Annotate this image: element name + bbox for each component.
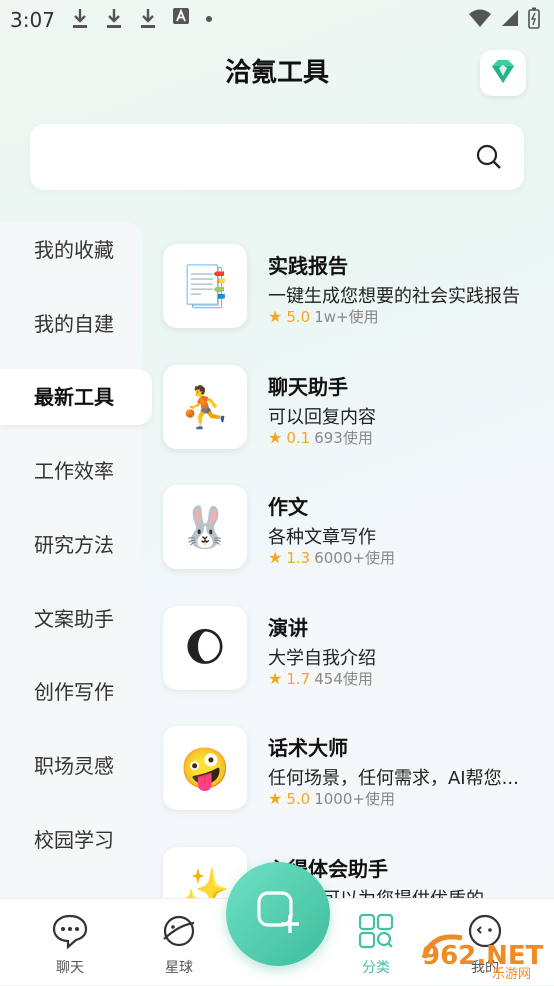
rabbit-icon: 🐰	[163, 485, 247, 569]
tool-card[interactable]: 🐰 作文 各种文章写作 ★ 1.3 6000+使用	[160, 471, 554, 571]
tool-rating: 5.0	[286, 789, 311, 808]
tool-name: 作文	[268, 495, 308, 519]
font-app-icon	[172, 7, 190, 29]
star-icon: ★	[268, 307, 283, 326]
sidebar-item-favorites[interactable]: 我的收藏	[0, 222, 152, 278]
status-bar: 3:07	[0, 0, 554, 38]
nav-chat[interactable]: 聊天	[30, 899, 110, 985]
sidebar-item-research-methods[interactable]: 研究方法	[0, 517, 152, 573]
tool-description: 各种文章写作	[268, 527, 376, 548]
tool-meta: ★ 1.3 6000+使用	[268, 547, 395, 568]
signal-icon	[500, 8, 520, 32]
sidebar-item-workplace[interactable]: 职场灵感	[0, 738, 152, 794]
tool-card[interactable]: ⛹️ 聊天助手 可以回复内容 ★ 0.1 693使用	[160, 351, 554, 451]
watermark-logo: 962.NET 乐游网	[418, 928, 554, 982]
tool-name: 聊天助手	[268, 375, 348, 399]
tool-description: 可以回复内容	[268, 407, 376, 428]
tool-name: 演讲	[268, 616, 308, 640]
add-square-icon	[253, 887, 303, 941]
watermark-subtext: 乐游网	[492, 967, 531, 982]
tool-usage: 454使用	[314, 670, 373, 688]
tool-description: 任何场景，任何需求，AI帮您...	[268, 768, 519, 789]
battery-icon	[528, 7, 540, 33]
tool-rating: 5.0	[286, 307, 311, 326]
download-icon	[104, 7, 124, 29]
tool-card[interactable]: 📑 实践报告 一键生成您想要的社会实践报告 ★ 5.0 1w+使用	[160, 230, 554, 330]
moon-icon: 🌔	[163, 606, 247, 690]
star-icon: ★	[268, 669, 283, 688]
star-icon: ★	[268, 428, 283, 447]
category-sidebar: 我的收藏 我的自建 最新工具 工作效率 研究方法 文案助手 创作写作 职场灵感 …	[0, 222, 152, 898]
tool-description: 大学自我介绍	[268, 648, 376, 669]
search-input[interactable]	[30, 124, 524, 190]
status-time: 3:07	[10, 8, 55, 32]
tool-meta: ★ 5.0 1000+使用	[268, 788, 395, 809]
notification-icons	[70, 7, 214, 29]
tool-card[interactable]: ✨ 心得体会助手 该工具可以为您提供优质的	[160, 833, 554, 898]
tool-list: 📑 实践报告 一键生成您想要的社会实践报告 ★ 5.0 1w+使用 ⛹️ 聊天助…	[160, 230, 554, 898]
tool-usage: 693使用	[314, 429, 373, 447]
sidebar-item-copywriting[interactable]: 文案助手	[0, 591, 152, 647]
basketball-player-icon: ⛹️	[163, 365, 247, 449]
tool-usage: 6000+使用	[314, 549, 395, 567]
sidebar-item-work-efficiency[interactable]: 工作效率	[0, 443, 152, 499]
planet-icon	[161, 913, 197, 949]
tool-rating: 1.7	[286, 669, 311, 688]
tool-rating: 0.1	[286, 428, 311, 447]
sidebar-item-campus-study[interactable]: 校园学习	[0, 812, 152, 868]
nav-label: 分类	[362, 960, 390, 976]
tool-meta: ★ 1.7 454使用	[268, 668, 373, 689]
wifi-icon	[468, 8, 492, 32]
create-tool-button[interactable]	[226, 862, 330, 966]
system-icons	[468, 7, 540, 33]
dot-icon	[204, 9, 214, 28]
report-icon: 📑	[163, 244, 247, 328]
tool-description: 一键生成您想要的社会实践报告	[268, 286, 520, 307]
tool-meta: ★ 5.0 1w+使用	[268, 306, 379, 327]
zany-face-icon: 🤪	[163, 726, 247, 810]
diamond-logo-icon	[488, 56, 518, 90]
tool-meta: ★ 0.1 693使用	[268, 427, 373, 448]
tool-card[interactable]: 🌔 演讲 大学自我介绍 ★ 1.7 454使用	[160, 592, 554, 692]
nav-label: 聊天	[56, 960, 84, 976]
sidebar-item-latest-tools[interactable]: 最新工具	[0, 369, 152, 425]
tool-card[interactable]: 🤪 话术大师 任何场景，任何需求，AI帮您... ★ 5.0 1000+使用	[160, 712, 554, 812]
chat-icon	[52, 913, 88, 950]
page-title: 洽氪工具	[224, 58, 329, 88]
nav-label: 星球	[165, 960, 193, 976]
tool-name: 实践报告	[268, 254, 348, 278]
tool-usage: 1000+使用	[314, 790, 395, 808]
app-logo-button[interactable]	[480, 50, 526, 96]
nav-planet[interactable]: 星球	[139, 899, 219, 985]
tool-rating: 1.3	[286, 548, 311, 567]
download-icon	[70, 7, 90, 29]
nav-category[interactable]: 分类	[336, 899, 416, 985]
tool-name: 话术大师	[268, 736, 348, 760]
category-icon	[358, 913, 394, 949]
star-icon: ★	[268, 548, 283, 567]
star-icon: ★	[268, 789, 283, 808]
sidebar-item-creative-writing[interactable]: 创作写作	[0, 664, 152, 720]
download-icon	[138, 7, 158, 29]
search-icon[interactable]	[476, 144, 502, 170]
sidebar-item-my-created[interactable]: 我的自建	[0, 296, 152, 352]
tool-usage: 1w+使用	[314, 308, 379, 326]
